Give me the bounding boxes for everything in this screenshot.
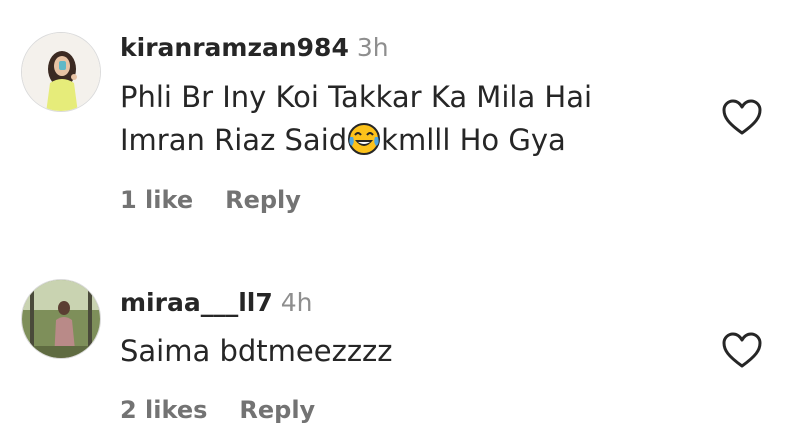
heart-outline-icon[interactable]	[721, 98, 763, 136]
comment-text-line: Saima bdtmeezzzz	[120, 334, 393, 368]
comment-text-line: Phli Br Iny Koi Takkar Ka Mila Hai	[120, 80, 593, 114]
comment-text: Saima bdtmeezzzz	[120, 330, 392, 373]
comment-text: Phli Br Iny Koi Takkar Ka Mila Hai Imran…	[120, 76, 592, 162]
face-with-tears-of-joy-icon	[348, 123, 381, 155]
comment-header: miraa___ll7 4h	[120, 288, 313, 317]
avatar[interactable]	[21, 32, 101, 112]
timestamp[interactable]: 4h	[281, 288, 313, 317]
avatar-image	[22, 33, 100, 111]
comment-header: kiranramzan984 3h	[120, 33, 389, 62]
username[interactable]: kiranramzan984	[120, 33, 349, 62]
likes-count[interactable]: 2 likes	[120, 396, 207, 424]
comment-meta: 2 likes Reply	[120, 396, 315, 424]
comment-text-fragment: kmlll Ho Gya	[381, 123, 566, 157]
comment-meta: 1 like Reply	[120, 186, 301, 214]
username[interactable]: miraa___ll7	[120, 288, 273, 317]
heart-outline-icon[interactable]	[721, 331, 763, 369]
reply-button[interactable]: Reply	[239, 396, 315, 424]
likes-count[interactable]: 1 like	[120, 186, 193, 214]
avatar[interactable]	[21, 279, 101, 359]
reply-button[interactable]: Reply	[225, 186, 301, 214]
comment-text-fragment: Imran Riaz Said	[120, 123, 348, 157]
timestamp[interactable]: 3h	[357, 33, 389, 62]
avatar-image	[22, 280, 100, 358]
comment-text-line: Imran Riaz Said kmlll Ho Gya	[120, 119, 592, 162]
